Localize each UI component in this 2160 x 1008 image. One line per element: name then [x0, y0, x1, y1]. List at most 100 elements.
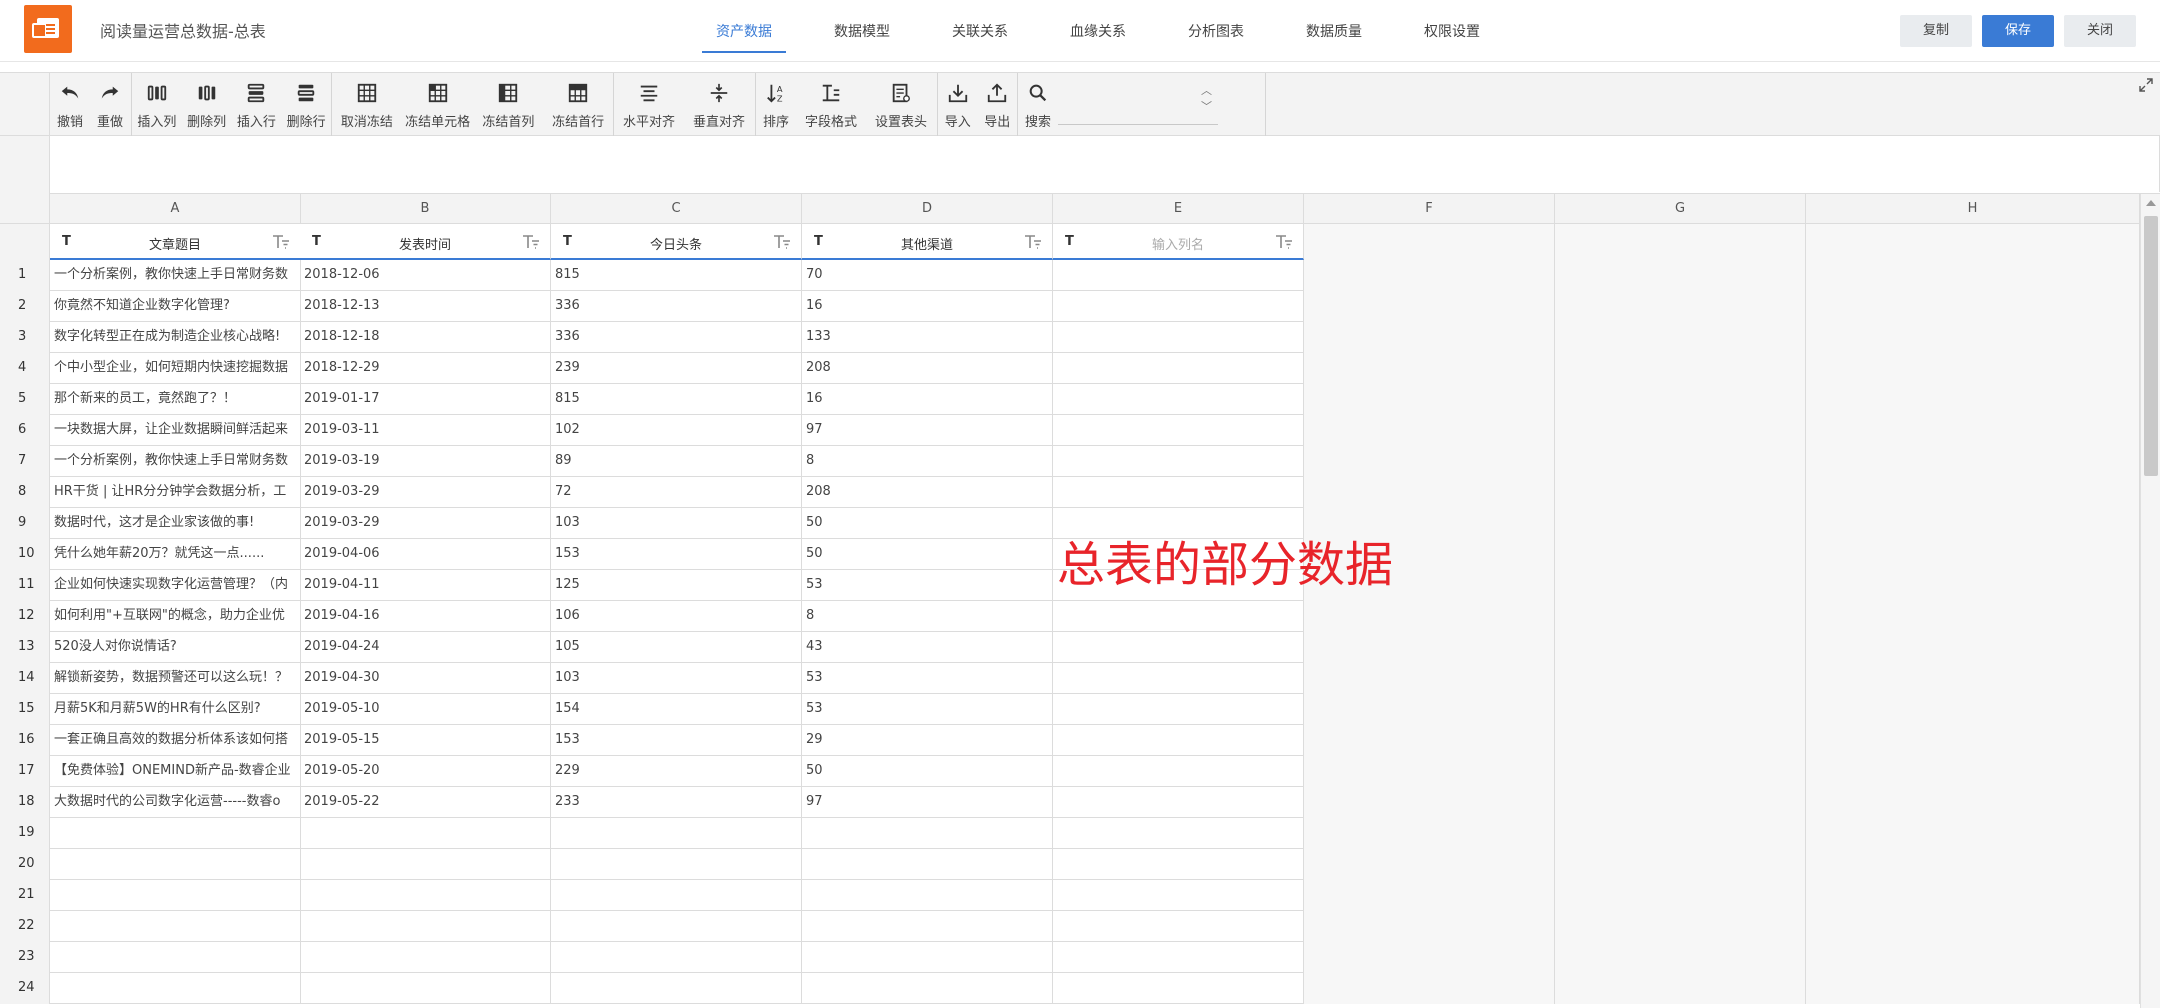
cell-a[interactable]: 企业如何快速实现数字化运营管理？（内	[50, 570, 301, 601]
tab-5[interactable]: 分析图表	[1172, 0, 1260, 62]
cell-e[interactable]	[1053, 415, 1304, 446]
field-cell-c[interactable]: T 今日头条	[551, 224, 802, 260]
cell-a[interactable]: 个中小型企业，如何短期内快速挖掘数据	[50, 353, 301, 384]
cell-d[interactable]: 43	[802, 632, 1053, 663]
cell-e[interactable]	[1053, 818, 1304, 849]
cell-c[interactable]: 233	[551, 787, 802, 818]
freeze-first-column-button[interactable]: 冻结首列	[474, 73, 544, 137]
cell-d[interactable]	[802, 942, 1053, 973]
tab-4[interactable]: 血缘关系	[1054, 0, 1142, 62]
cell-h[interactable]	[1806, 570, 2140, 601]
cell-h[interactable]	[1806, 911, 2140, 942]
row-number[interactable]: 1	[0, 260, 50, 291]
row-number[interactable]: 11	[0, 570, 50, 601]
cell-c[interactable]: 229	[551, 756, 802, 787]
column-header-g[interactable]: G	[1555, 194, 1806, 224]
cell-h[interactable]	[1806, 291, 2140, 322]
cell-a[interactable]: 一套正确且高效的数据分析体系该如何搭	[50, 725, 301, 756]
cell-a[interactable]: 凭什么她年薪20万？就凭这一点......	[50, 539, 301, 570]
cell-g[interactable]	[1555, 353, 1806, 384]
cell-c[interactable]: 153	[551, 725, 802, 756]
save-button[interactable]: 保存	[1982, 15, 2054, 47]
cell-e[interactable]	[1053, 632, 1304, 663]
cell-g[interactable]	[1555, 508, 1806, 539]
cell-e[interactable]	[1053, 322, 1304, 353]
cell-b[interactable]: 2019-01-17	[300, 384, 551, 415]
freeze-first-row-button[interactable]: 冻结首行	[543, 73, 613, 137]
cell-b[interactable]	[300, 818, 551, 849]
cell-c[interactable]	[551, 973, 802, 1004]
search-button[interactable]: 搜索	[1018, 73, 1058, 137]
cell-g[interactable]	[1555, 725, 1806, 756]
cell-a[interactable]: 【免费体验】ONEMIND新产品-数睿企业	[50, 756, 301, 787]
cell-g[interactable]	[1555, 756, 1806, 787]
cell-b[interactable]: 2019-04-24	[300, 632, 551, 663]
row-number[interactable]: 14	[0, 663, 50, 694]
cell-c[interactable]: 239	[551, 353, 802, 384]
cell-h[interactable]	[1806, 756, 2140, 787]
cell-e[interactable]	[1053, 601, 1304, 632]
cell-h[interactable]	[1806, 818, 2140, 849]
cell-h[interactable]	[1806, 322, 2140, 353]
cell-c[interactable]	[551, 818, 802, 849]
cell-e[interactable]	[1053, 973, 1304, 1004]
cell-h[interactable]	[1806, 632, 2140, 663]
cell-a[interactable]: 一块数据大屏，让企业数据瞬间鲜活起来	[50, 415, 301, 446]
cell-e[interactable]	[1053, 880, 1304, 911]
cell-h[interactable]	[1806, 415, 2140, 446]
column-filter-icon[interactable]	[773, 234, 791, 250]
cell-g[interactable]	[1555, 570, 1806, 601]
cell-f[interactable]	[1304, 384, 1555, 415]
cell-g[interactable]	[1555, 632, 1806, 663]
cell-h[interactable]	[1806, 663, 2140, 694]
cell-c[interactable]: 72	[551, 477, 802, 508]
cell-f[interactable]	[1304, 911, 1555, 942]
cell-e[interactable]	[1053, 942, 1304, 973]
import-button[interactable]: 导入	[938, 73, 978, 137]
cell-f[interactable]	[1304, 725, 1555, 756]
cell-h[interactable]	[1806, 973, 2140, 1004]
cell-a[interactable]: 一个分析案例，教你快速上手日常财务数	[50, 260, 301, 291]
cell-b[interactable]: 2019-04-16	[300, 601, 551, 632]
row-number[interactable]: 3	[0, 322, 50, 353]
row-number[interactable]: 16	[0, 725, 50, 756]
field-format-button[interactable]: 字段格式	[796, 73, 866, 137]
cell-h[interactable]	[1806, 384, 2140, 415]
cell-b[interactable]: 2019-05-22	[300, 787, 551, 818]
cell-e[interactable]	[1053, 694, 1304, 725]
cell-a[interactable]: 一个分析案例，教你快速上手日常财务数	[50, 446, 301, 477]
cell-g[interactable]	[1555, 880, 1806, 911]
row-number[interactable]: 6	[0, 415, 50, 446]
row-number[interactable]: 15	[0, 694, 50, 725]
text-type-icon[interactable]: T	[1065, 234, 1074, 249]
expand-icon[interactable]	[2138, 77, 2154, 93]
cell-b[interactable]: 2018-12-18	[300, 322, 551, 353]
cell-c[interactable]: 154	[551, 694, 802, 725]
cell-d[interactable]: 16	[802, 384, 1053, 415]
column-filter-icon[interactable]	[1275, 234, 1293, 250]
row-number[interactable]: 4	[0, 353, 50, 384]
field-cell-e[interactable]: T 输入列名	[1053, 224, 1304, 260]
delete-column-button[interactable]: 删除列	[182, 73, 232, 137]
vertical-scrollbar[interactable]	[2140, 194, 2160, 1008]
cell-b[interactable]: 2019-04-30	[300, 663, 551, 694]
cell-d[interactable]: 8	[802, 446, 1053, 477]
field-name[interactable]: 今日头条	[581, 234, 771, 253]
search-input[interactable]: ︿ ﹀	[1058, 79, 1218, 125]
cell-a[interactable]: HR干货 | 让HR分分钟学会数据分析，工	[50, 477, 301, 508]
cell-b[interactable]: 2019-03-29	[300, 477, 551, 508]
cell-g[interactable]	[1555, 787, 1806, 818]
cell-e[interactable]	[1053, 663, 1304, 694]
cell-g[interactable]	[1555, 601, 1806, 632]
field-cell-b[interactable]: T 发表时间	[300, 224, 551, 260]
column-header-a[interactable]: A	[50, 194, 301, 224]
cell-b[interactable]: 2019-03-19	[300, 446, 551, 477]
row-number[interactable]: 21	[0, 880, 50, 911]
cell-c[interactable]	[551, 942, 802, 973]
cell-c[interactable]: 815	[551, 384, 802, 415]
column-header-c[interactable]: C	[551, 194, 802, 224]
cell-f[interactable]	[1304, 818, 1555, 849]
cell-g[interactable]	[1555, 818, 1806, 849]
field-name-input[interactable]: 输入列名	[1083, 234, 1273, 253]
cell-d[interactable]: 50	[802, 539, 1053, 570]
